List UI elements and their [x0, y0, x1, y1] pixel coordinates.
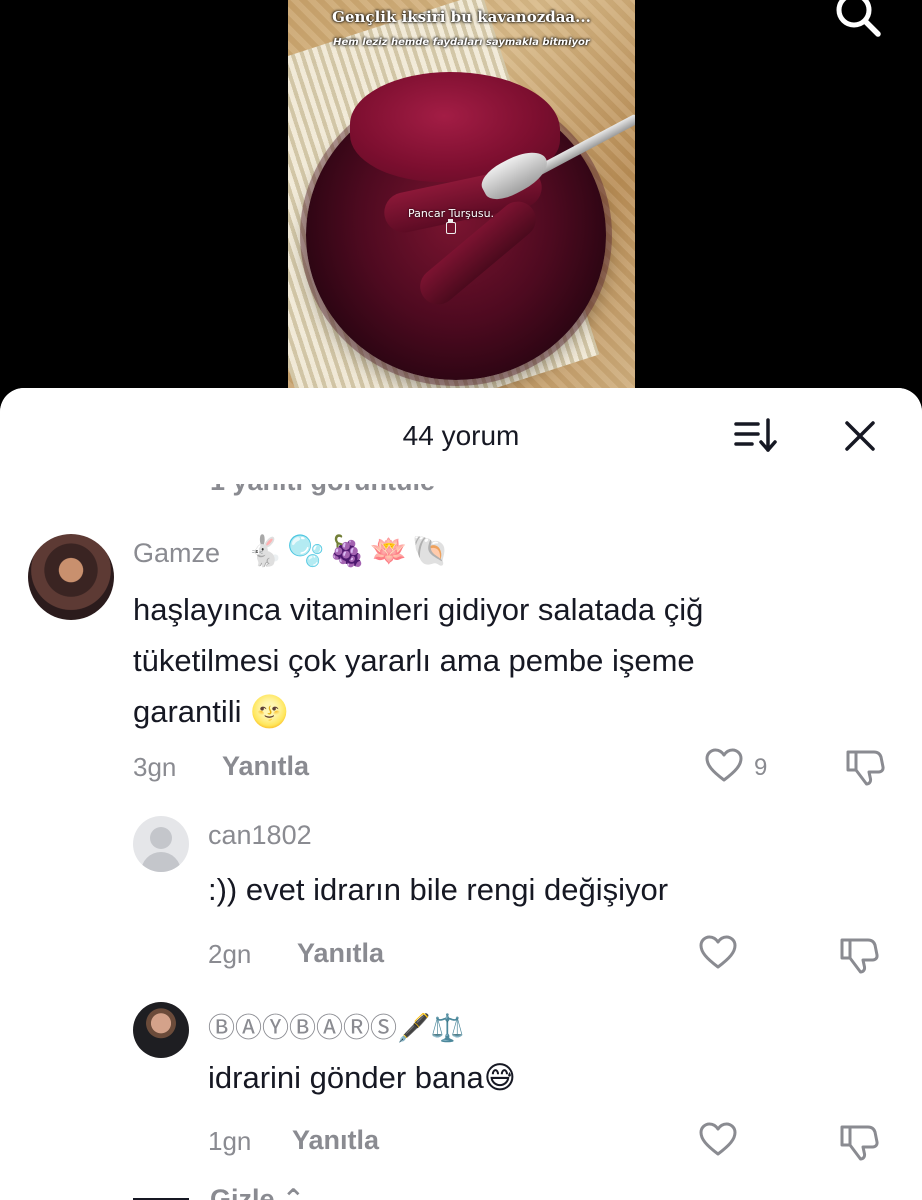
reply-button[interactable]: Yanıtla: [292, 1125, 379, 1156]
like-button[interactable]: [704, 746, 744, 786]
video-overlay-subtitle: Hem leziz hemde faydaları saymakla bitmi…: [333, 37, 590, 48]
jar-icon: [446, 219, 456, 234]
video-frame[interactable]: Gençlik iksiri bu kavanozdaa... Hem lezi…: [288, 0, 635, 388]
comment-time: 3gn: [133, 752, 177, 782]
heart-icon: [699, 1122, 737, 1156]
close-icon: [845, 421, 875, 451]
rabbit-icon: 🐇: [246, 535, 284, 568]
sort-icon: [734, 418, 777, 452]
dislike-button[interactable]: [838, 934, 880, 976]
dislike-button[interactable]: [838, 1121, 880, 1163]
shell-icon: 🐚: [411, 535, 449, 568]
reply-button[interactable]: Yanıtla: [222, 751, 309, 782]
avatar[interactable]: [133, 816, 189, 872]
dislike-button[interactable]: [844, 746, 886, 788]
comment-text: :)) evet idrarın bile rengi değişiyor: [208, 872, 669, 907]
default-avatar-body: [141, 852, 181, 872]
thumbs-down-icon: [840, 1125, 879, 1161]
search-icon: [836, 0, 881, 37]
comment-count: 44 yorum: [402, 420, 520, 451]
comment-username[interactable]: ⒷⒶⓎⒷⒶⓇⓈ🖋️⚖️: [208, 1006, 464, 1045]
avatar[interactable]: [28, 534, 114, 620]
comments-header: 44 yorum: [0, 388, 922, 484]
search-button[interactable]: [830, 0, 884, 44]
avatar[interactable]: [133, 1002, 189, 1058]
comment-time: 1gn: [208, 1126, 252, 1156]
heart-icon: [705, 748, 743, 782]
comment-text-line: haşlayınca vitaminleri gidiyor salatada …: [133, 592, 704, 627]
thumbs-down-icon: [840, 938, 879, 974]
like-button[interactable]: [698, 933, 738, 973]
hide-replies-link[interactable]: Gizle ⌃: [210, 1184, 305, 1200]
video-overlay-title: Gençlik iksiri bu kavanozdaa...: [332, 8, 591, 26]
comment-text-line: tüketilmesi çok yararlı ama pembe işeme: [133, 643, 695, 678]
comment-username[interactable]: Gamze: [133, 538, 220, 569]
heart-icon: [699, 935, 737, 969]
comment-text: idrarini gönder bana😅: [208, 1060, 517, 1095]
comments-sheet: 44 yorum 1 yanıtı görüntüle Gamze 🐇 🫧 🍇: [0, 388, 922, 1200]
bubbles-icon: 🫧: [287, 535, 325, 568]
close-button[interactable]: [838, 414, 882, 458]
thumbs-down-icon: [846, 750, 885, 786]
sort-button[interactable]: [732, 416, 782, 456]
reply-button[interactable]: Yanıtla: [297, 938, 384, 969]
comment-time: 2gn: [208, 939, 252, 969]
grapes-icon: 🍇: [328, 535, 367, 568]
comment-text: haşlayınca vitaminleri gidiyor salatada …: [133, 584, 703, 737]
default-avatar-icon: [150, 827, 172, 849]
like-button[interactable]: [698, 1120, 738, 1160]
video-player[interactable]: Gençlik iksiri bu kavanozdaa... Hem lezi…: [0, 0, 922, 400]
lotus-icon: 🪷: [370, 535, 408, 568]
username-emojis: 🐇 🫧 🍇 🪷 🐚: [246, 534, 449, 569]
comment-username[interactable]: can1802: [208, 820, 312, 851]
comment-text-line: garantili 🌝: [133, 694, 289, 729]
like-count: 9: [754, 754, 768, 781]
